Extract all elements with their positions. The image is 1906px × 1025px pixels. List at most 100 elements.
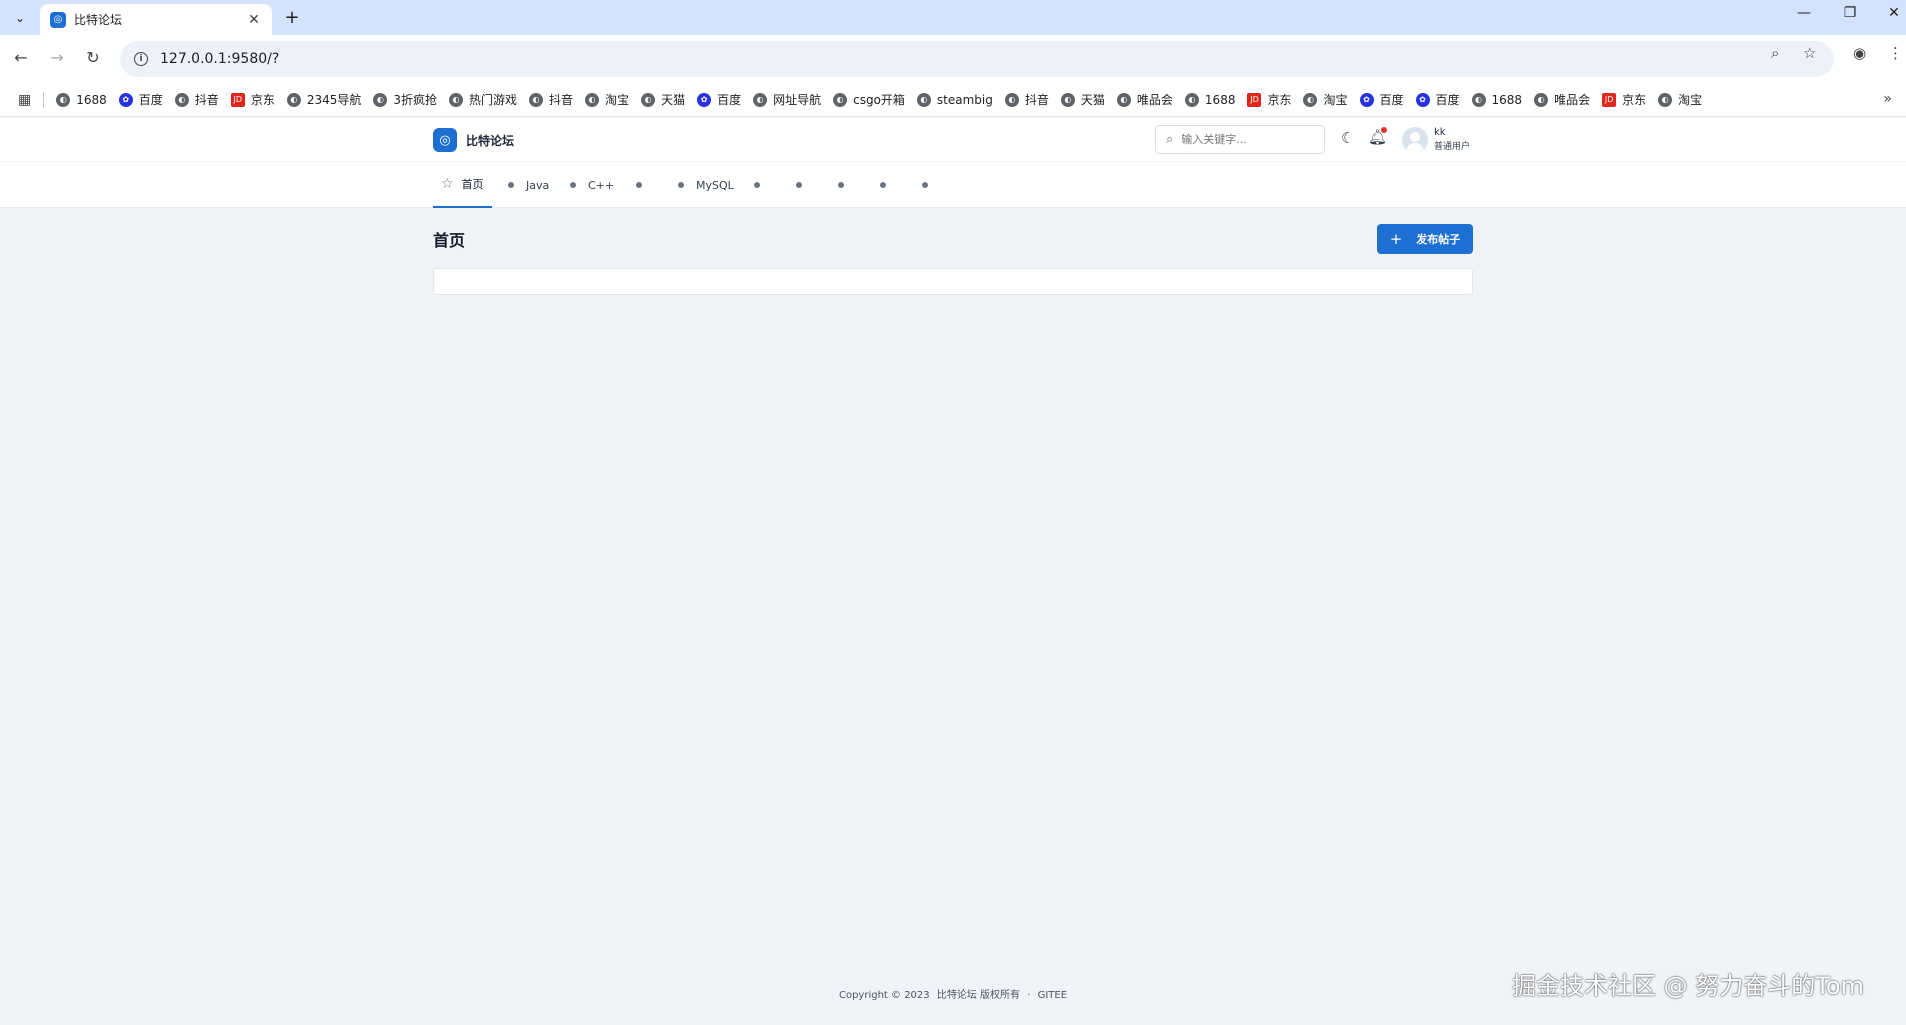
search-box[interactable]: ⌕	[1155, 125, 1325, 154]
avatar[interactable]	[1402, 127, 1428, 153]
globe-icon: ◐	[1060, 92, 1075, 107]
bookmark-label: 抖音	[549, 93, 574, 107]
bookmark-label: 京东	[1622, 93, 1647, 107]
star-icon: ☆	[441, 176, 454, 192]
address-bar[interactable]: i 127.0.0.1:9580/?	[120, 41, 1834, 77]
reload-icon[interactable]: ↻	[82, 48, 104, 67]
bookmark-item[interactable]: ◐ csgo开箱	[833, 91, 905, 108]
user-name[interactable]: kk	[1434, 127, 1446, 138]
bookmark-label: 唯品会	[1554, 93, 1591, 107]
avatar-head	[1410, 132, 1420, 142]
bookmark-item[interactable]: ◐ 1688	[56, 92, 107, 107]
more-bookmarks-chevron-icon[interactable]: »	[1883, 91, 1892, 107]
forward-arrow-icon[interactable]: →	[46, 48, 68, 67]
nav-item-mysql[interactable]: MySQL	[678, 162, 734, 208]
globe-icon: ◐	[373, 92, 388, 107]
bookmark-label: steambig	[936, 92, 993, 107]
bookmark-label: 百度	[1435, 93, 1460, 107]
bookmark-label: 天猫	[661, 93, 686, 107]
tab-close-icon[interactable]: ✕	[246, 12, 262, 28]
user-role: 普通用户	[1434, 142, 1471, 152]
restore-icon[interactable]: ❐	[1840, 5, 1860, 21]
jd-icon: JD	[1602, 92, 1617, 107]
back-arrow-icon[interactable]: ←	[10, 48, 32, 67]
publish-label: 发布帖子	[1416, 233, 1461, 246]
search-icon: ⌕	[1166, 132, 1174, 147]
close-window-icon[interactable]: ✕	[1884, 5, 1904, 21]
bookmark-item[interactable]: ✿ 百度	[1359, 91, 1404, 108]
bookmark-item[interactable]: JD 京东	[1602, 91, 1646, 108]
category-dot-icon	[678, 182, 684, 188]
bookmark-item[interactable]: ◐ 淘宝	[1303, 91, 1348, 108]
tab-search-chevron-icon[interactable]: ⌄	[8, 7, 32, 29]
category-dot-icon	[880, 182, 886, 188]
bookmark-item[interactable]: ◐ 淘宝	[585, 91, 629, 108]
address-url[interactable]: 127.0.0.1:9580/?	[160, 51, 279, 67]
bookmark-item[interactable]: ◐ 抖音	[1004, 91, 1049, 108]
bookmark-item[interactable]: JD 京东	[1247, 91, 1291, 108]
bookmark-item[interactable]: ◐ 淘宝	[1658, 91, 1702, 108]
bookmark-item[interactable]: ◐ 1688	[1184, 92, 1235, 107]
site-name[interactable]: 比特论坛	[466, 132, 514, 149]
nav-item-unnamed[interactable]	[922, 162, 940, 208]
nav-item-unnamed[interactable]	[838, 162, 856, 208]
globe-icon: ◐	[56, 92, 71, 107]
bookmark-item[interactable]: ◐ 1688	[1471, 92, 1522, 107]
search-input[interactable]	[1181, 133, 1302, 146]
globe-icon: ◐	[529, 92, 544, 107]
globe-icon: ◐	[1534, 92, 1549, 107]
category-dot-icon	[838, 182, 844, 188]
bookmark-label: 京东	[1267, 93, 1292, 107]
menu-kebab-icon[interactable]: ⋮	[1888, 44, 1903, 62]
bookmark-item[interactable]: ◐ 3折疯抢	[373, 91, 437, 108]
globe-icon: ◐	[753, 92, 768, 107]
profile-icon[interactable]: ◉	[1853, 44, 1866, 62]
globe-icon: ◐	[174, 92, 189, 107]
bookmark-item[interactable]: ◐ 唯品会	[1534, 91, 1590, 108]
site-logo-icon[interactable]: ◎	[433, 128, 457, 152]
nav-item-unnamed[interactable]	[754, 162, 772, 208]
nav-item-unnamed[interactable]	[796, 162, 814, 208]
bookmark-label: 唯品会	[1136, 93, 1173, 107]
bookmark-item[interactable]: ◐ 天猫	[1060, 91, 1105, 108]
nav-item-java[interactable]: Java	[508, 162, 549, 208]
bookmark-item[interactable]: ◐ 2345导航	[286, 91, 361, 108]
minimize-icon[interactable]: —	[1794, 5, 1814, 21]
bookmark-item[interactable]: ✿ 百度	[118, 91, 163, 108]
bookmark-star-icon[interactable]: ☆	[1803, 44, 1816, 62]
publish-post-button[interactable]: + 发布帖子	[1377, 224, 1473, 254]
apps-grid-icon[interactable]: ▦	[18, 92, 31, 108]
bookmark-item[interactable]: ◐ 唯品会	[1116, 91, 1173, 108]
bookmark-list: ◐ 1688 ✿ 百度 ◐ 抖音 JD 京东 ◐ 2345导航 ◐ 3折疯抢 ◐ 热门游戏 ◐ 抖音 ◐ 淘宝 ◐ 天…	[56, 91, 1714, 108]
bookmark-item[interactable]: ◐ 抖音	[174, 91, 219, 108]
bookmark-item[interactable]: ✿ 百度	[697, 91, 741, 108]
category-nav: ☆ 首页 Java C++ MySQL	[0, 162, 1906, 208]
bookmark-label: csgo开箱	[853, 93, 905, 107]
zoom-icon[interactable]: ⌕	[1771, 44, 1779, 62]
globe-icon: ◐	[916, 92, 931, 107]
bookmark-label: 淘宝	[1323, 93, 1348, 107]
new-tab-plus-icon[interactable]: +	[282, 7, 302, 28]
nav-item-cpp[interactable]: C++	[570, 162, 614, 208]
footer-gitee-link[interactable]: GITEE	[1038, 990, 1067, 1001]
bookmark-label: 抖音	[1024, 93, 1049, 107]
globe-icon: ◐	[833, 92, 848, 107]
nav-item-unnamed[interactable]	[880, 162, 898, 208]
globe-icon: ◐	[1004, 92, 1019, 107]
dark-mode-moon-icon[interactable]: ☾	[1341, 129, 1354, 147]
category-dot-icon	[922, 182, 928, 188]
bookmark-item[interactable]: ◐ 天猫	[641, 91, 685, 108]
bookmark-item[interactable]: ◐ steambig	[916, 92, 993, 107]
bookmark-item[interactable]: ✿ 百度	[1415, 91, 1460, 108]
bookmark-item[interactable]: ◐ 网址导航	[753, 91, 821, 108]
site-info-icon[interactable]: i	[134, 52, 148, 66]
browser-tab[interactable]: ◎ 比特论坛 ✕	[40, 4, 272, 35]
bookmark-item[interactable]: ◐ 热门游戏	[449, 91, 517, 108]
bookmark-item[interactable]: JD 京东	[230, 91, 275, 108]
bookmark-item[interactable]: ◐ 抖音	[529, 91, 573, 108]
nav-item-home[interactable]: ☆ 首页	[433, 162, 492, 208]
site-favicon-icon: ◎	[50, 11, 66, 28]
nav-item-unnamed[interactable]	[636, 162, 654, 208]
category-dot-icon	[508, 182, 514, 188]
footer-separator: ·	[1027, 990, 1031, 1001]
